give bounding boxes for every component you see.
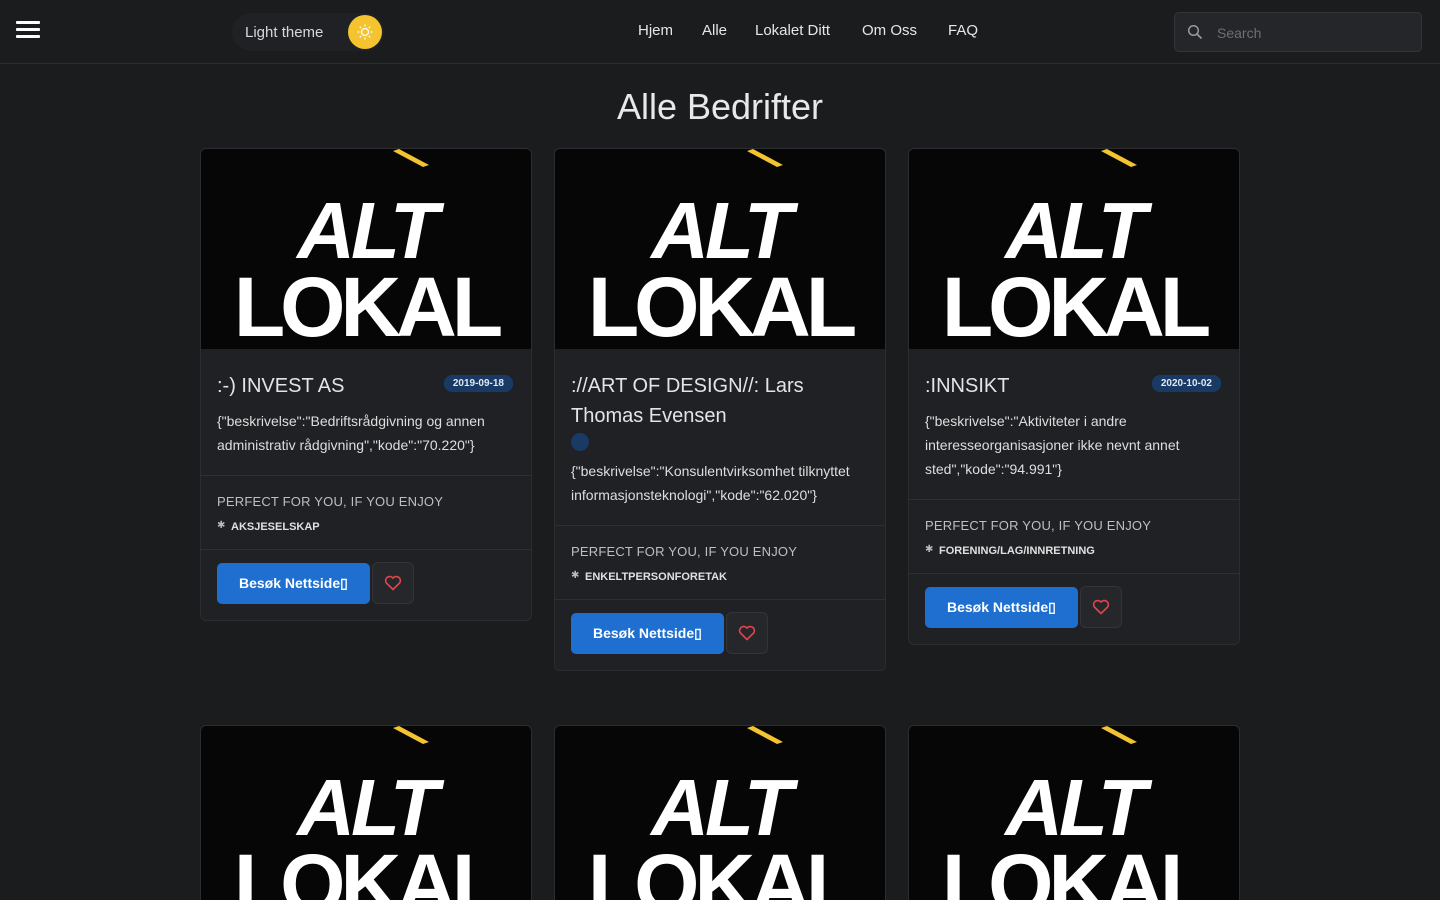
nav-link-faq[interactable]: FAQ — [948, 22, 978, 39]
company-logo-image: ALT LOKAL — [909, 149, 1239, 349]
favorite-button[interactable] — [1079, 586, 1122, 628]
heart-icon — [1092, 599, 1109, 615]
nav-link-hjem[interactable]: Hjem — [638, 22, 673, 39]
logo-text-line2: LOKAL — [587, 837, 857, 900]
tags-label: PERFECT FOR YOU, IF YOU ENJOY — [571, 544, 798, 559]
tags-label: PERFECT FOR YOU, IF YOU ENJOY — [217, 494, 444, 509]
hamburger-menu-icon[interactable] — [16, 21, 40, 41]
logo-text-line2: LOKAL — [941, 260, 1211, 349]
company-description: {"beskrivelse":"Bedriftsrådgivning og an… — [217, 413, 485, 453]
theme-toggle-label: Light theme — [245, 24, 324, 41]
logo-text-line2: LOKAL — [941, 837, 1211, 900]
logo-text-line2: LOKAL — [233, 260, 503, 349]
search-input[interactable] — [1215, 21, 1415, 45]
company-logo-image: ALT LOKAL — [201, 149, 531, 349]
company-card: ALT LOKAL — [200, 725, 532, 900]
company-card: ALT LOKAL :-) INVEST AS 2019-09-18 {"bes… — [200, 148, 532, 621]
logo-accent-mark — [747, 149, 783, 167]
logo-text-line2: LOKAL — [587, 260, 857, 349]
logo-accent-mark — [1101, 726, 1137, 744]
company-type-tag: ENKELTPERSONFORETAK — [571, 570, 869, 583]
date-badge: 2019-09-18 — [443, 375, 513, 392]
company-logo-image: ALT LOKAL — [201, 726, 531, 900]
tags-label: PERFECT FOR YOU, IF YOU ENJOY — [925, 518, 1152, 533]
company-name: ://ART OF DESIGN//: Lars Thomas Evensen — [571, 375, 804, 427]
favorite-button[interactable] — [725, 612, 768, 654]
sun-icon — [348, 15, 382, 49]
nav-link-lokalet-ditt[interactable]: Lokalet Ditt — [755, 22, 830, 39]
logo-accent-mark — [747, 726, 783, 744]
logo-accent-mark — [393, 726, 429, 744]
heart-icon — [738, 625, 755, 641]
favorite-button[interactable] — [371, 562, 414, 604]
company-card: ALT LOKAL — [908, 725, 1240, 900]
search-box — [1174, 12, 1422, 52]
company-logo-image: ALT LOKAL — [909, 726, 1239, 900]
company-type-tag: AKSJESELSKAP — [217, 520, 515, 533]
theme-toggle[interactable]: Light theme — [232, 13, 384, 51]
date-badge: 2020-10-02 — [1151, 375, 1221, 392]
company-card: ALT LOKAL — [554, 725, 886, 900]
company-logo-image: ALT LOKAL — [555, 726, 885, 900]
logo-accent-mark — [1101, 149, 1137, 167]
visit-website-button[interactable]: Besøk Nettside▯ — [217, 562, 370, 604]
visit-website-button[interactable]: Besøk Nettside▯ — [571, 612, 724, 654]
company-description: {"beskrivelse":"Aktiviteter i andre inte… — [925, 413, 1180, 477]
logo-accent-mark — [393, 149, 429, 167]
search-icon — [1187, 24, 1203, 45]
company-logo-image: ALT LOKAL — [555, 149, 885, 349]
top-navbar: Light theme Hjem Alle Lokalet Ditt Om Os… — [0, 0, 1440, 64]
nav-link-alle[interactable]: Alle — [702, 22, 727, 39]
page-title: Alle Bedrifter — [616, 86, 824, 127]
heart-icon — [384, 575, 401, 591]
company-card: ALT LOKAL ://ART OF DESIGN//: Lars Thoma… — [554, 148, 886, 671]
visit-website-button[interactable]: Besøk Nettside▯ — [925, 586, 1078, 628]
nav-link-om-oss[interactable]: Om Oss — [862, 22, 917, 39]
company-card: ALT LOKAL :INNSIKT 2020-10-02 {"beskrive… — [908, 148, 1240, 645]
company-description: {"beskrivelse":"Konsulentvirksomhet tilk… — [571, 463, 850, 503]
company-type-tag: FORENING/LAG/INNRETNING — [925, 544, 1223, 557]
empty-date-badge — [571, 433, 589, 451]
logo-text-line2: LOKAL — [233, 837, 503, 900]
